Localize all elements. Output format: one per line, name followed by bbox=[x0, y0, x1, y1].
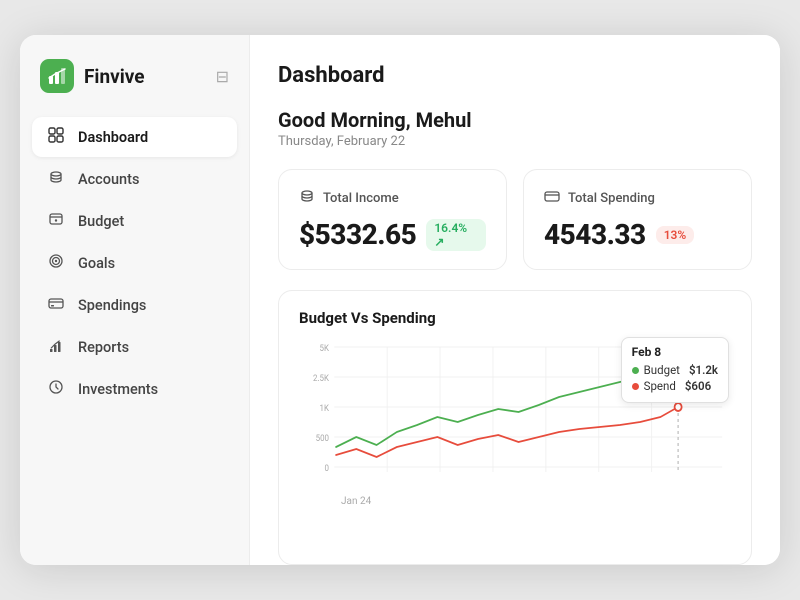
sidebar-item-investments[interactable]: Investments bbox=[32, 369, 237, 409]
sidebar-item-label: Spendings bbox=[78, 297, 146, 314]
sidebar-item-accounts[interactable]: Accounts bbox=[32, 159, 237, 199]
sidebar-item-label: Goals bbox=[78, 255, 115, 272]
income-icon bbox=[299, 188, 315, 208]
tooltip-spend-value: $606 bbox=[685, 379, 711, 393]
sidebar-item-goals[interactable]: Goals bbox=[32, 243, 237, 283]
spending-card-label: Total Spending bbox=[544, 188, 731, 208]
dashboard-icon bbox=[46, 127, 66, 147]
tooltip-budget-value: $1.2k bbox=[689, 363, 718, 377]
greeting-date: Thursday, February 22 bbox=[278, 134, 752, 149]
goals-icon bbox=[46, 253, 66, 273]
sidebar-item-label: Accounts bbox=[78, 171, 139, 188]
tooltip-date: Feb 8 bbox=[632, 345, 718, 359]
chart-wrapper: 5K 2.5K 1K 500 0 bbox=[299, 337, 731, 507]
spending-amount: 4543.33 bbox=[544, 218, 646, 251]
svg-text:2.5K: 2.5K bbox=[313, 374, 330, 385]
svg-text:5K: 5K bbox=[320, 344, 330, 355]
sidebar: Finvive ⊟ Dashboard Accounts bbox=[20, 35, 250, 565]
app-container: Finvive ⊟ Dashboard Accounts bbox=[20, 35, 780, 565]
reports-icon bbox=[46, 337, 66, 357]
spendings-icon bbox=[46, 295, 66, 315]
spending-badge: 13% bbox=[656, 226, 695, 244]
main-header: Dashboard bbox=[278, 63, 752, 88]
spending-label: Total Spending bbox=[568, 191, 655, 206]
sidebar-item-label: Investments bbox=[78, 381, 158, 398]
spending-amount-row: 4543.33 13% bbox=[544, 218, 731, 251]
sidebar-logo: Finvive ⊟ bbox=[20, 59, 249, 117]
main-content: Dashboard Good Morning, Mehul Thursday, … bbox=[250, 35, 780, 565]
income-badge: 16.4% ↗ bbox=[426, 219, 486, 251]
chart-title: Budget Vs Spending bbox=[299, 309, 731, 327]
svg-text:1K: 1K bbox=[320, 404, 330, 415]
svg-text:500: 500 bbox=[316, 434, 330, 445]
sidebar-item-label: Dashboard bbox=[78, 129, 148, 146]
investments-icon bbox=[46, 379, 66, 399]
income-amount-row: $5332.65 16.4% ↗ bbox=[299, 218, 486, 251]
tooltip-spend-label: Spend bbox=[644, 379, 676, 393]
tooltip-spend-row: Spend $606 bbox=[632, 379, 718, 393]
total-income-card: Total Income $5332.65 16.4% ↗ bbox=[278, 169, 507, 270]
sidebar-item-label: Reports bbox=[78, 339, 129, 356]
budget-dot bbox=[632, 367, 639, 374]
greeting-section: Good Morning, Mehul Thursday, February 2… bbox=[278, 108, 752, 149]
income-label: Total Income bbox=[323, 191, 399, 206]
greeting-text: Good Morning, Mehul bbox=[278, 108, 752, 132]
sidebar-item-reports[interactable]: Reports bbox=[32, 327, 237, 367]
x-axis-label: Jan 24 bbox=[341, 496, 371, 507]
income-amount: $5332.65 bbox=[299, 218, 416, 251]
income-card-label: Total Income bbox=[299, 188, 486, 208]
accounts-icon bbox=[46, 169, 66, 189]
logo-icon bbox=[40, 59, 74, 93]
svg-text:0: 0 bbox=[325, 464, 330, 475]
sidebar-item-spendings[interactable]: Spendings bbox=[32, 285, 237, 325]
spend-dot bbox=[632, 383, 639, 390]
spending-icon bbox=[544, 188, 560, 208]
sidebar-item-label: Budget bbox=[78, 213, 124, 230]
collapse-icon[interactable]: ⊟ bbox=[216, 67, 229, 86]
total-spending-card: Total Spending 4543.33 13% bbox=[523, 169, 752, 270]
chart-section: Budget Vs Spending 5K 2.5K 1K 500 0 bbox=[278, 290, 752, 565]
sidebar-item-budget[interactable]: Budget bbox=[32, 201, 237, 241]
tooltip-budget-label: Budget bbox=[644, 363, 680, 377]
chart-tooltip: Feb 8 Budget $1.2k Spend $606 bbox=[621, 337, 729, 403]
sidebar-nav: Dashboard Accounts Budget bbox=[20, 117, 249, 409]
sidebar-item-dashboard[interactable]: Dashboard bbox=[32, 117, 237, 157]
app-name: Finvive bbox=[84, 65, 145, 88]
page-title: Dashboard bbox=[278, 63, 385, 88]
cards-row: Total Income $5332.65 16.4% ↗ Total Spen… bbox=[278, 169, 752, 270]
budget-icon bbox=[46, 211, 66, 231]
tooltip-budget-row: Budget $1.2k bbox=[632, 363, 718, 377]
